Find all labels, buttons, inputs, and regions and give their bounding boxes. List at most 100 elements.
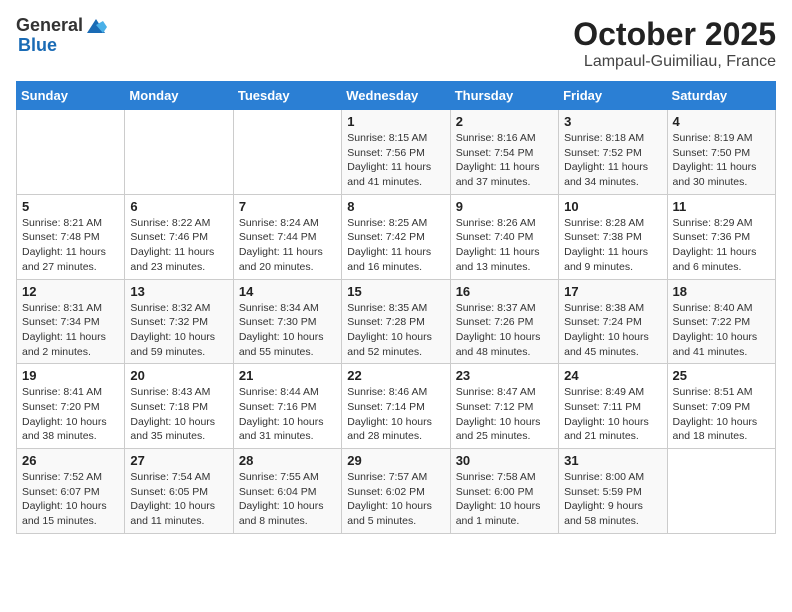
day-info: Sunrise: 8:38 AM Sunset: 7:24 PM Dayligh… [564,301,661,360]
calendar-table: SundayMondayTuesdayWednesdayThursdayFrid… [16,81,776,534]
day-number: 25 [673,368,770,383]
calendar-week-4: 19Sunrise: 8:41 AM Sunset: 7:20 PM Dayli… [17,364,776,449]
calendar-cell: 30 Sunrise: 7:58 AM Sunset: 6:00 PM Dayli… [450,449,558,534]
calendar-cell [667,449,775,534]
day-info: Sunrise: 8:24 AM Sunset: 7:44 PM Dayligh… [239,216,336,275]
calendar-title: October 2025 [573,16,776,53]
calendar-cell: 9 Sunrise: 8:26 AM Sunset: 7:40 PM Daylig… [450,194,558,279]
day-number: 23 [456,368,553,383]
calendar-cell: 6Sunrise: 8:22 AM Sunset: 7:46 PM Daylig… [125,194,233,279]
day-info: Sunrise: 8:35 AM Sunset: 7:28 PM Dayligh… [347,301,444,360]
calendar-cell: 26Sunrise: 7:52 AM Sunset: 6:07 PM Dayli… [17,449,125,534]
day-number: 15 [347,284,444,299]
weekday-header-sunday: Sunday [17,82,125,110]
calendar-cell: 1 Sunrise: 8:15 AM Sunset: 7:56 PM Daylig… [342,110,450,195]
day-number: 7 [239,199,336,214]
day-info: Sunrise: 8:15 AM Sunset: 7:56 PM Dayligh… [347,131,444,190]
day-info: Sunrise: 8:31 AM Sunset: 7:34 PM Dayligh… [22,301,119,360]
day-info: Sunrise: 8:21 AM Sunset: 7:48 PM Dayligh… [22,216,119,275]
calendar-cell: 17 Sunrise: 8:38 AM Sunset: 7:24 PM Dayli… [559,279,667,364]
day-info: Sunrise: 7:54 AM Sunset: 6:05 PM Dayligh… [130,470,227,529]
weekday-header-monday: Monday [125,82,233,110]
day-info: Sunrise: 8:29 AM Sunset: 7:36 PM Dayligh… [673,216,770,275]
calendar-cell: 5 Sunrise: 8:21 AM Sunset: 7:48 PM Daylig… [17,194,125,279]
day-info: Sunrise: 7:52 AM Sunset: 6:07 PM Dayligh… [22,470,119,529]
day-number: 11 [673,199,770,214]
day-number: 13 [130,284,227,299]
calendar-cell [17,110,125,195]
day-info: Sunrise: 8:44 AM Sunset: 7:16 PM Dayligh… [239,385,336,444]
day-info: Sunrise: 8:18 AM Sunset: 7:52 PM Dayligh… [564,131,661,190]
calendar-cell: 4 Sunrise: 8:19 AM Sunset: 7:50 PM Daylig… [667,110,775,195]
calendar-cell: 7 Sunrise: 8:24 AM Sunset: 7:44 PM Daylig… [233,194,341,279]
day-number: 29 [347,453,444,468]
day-info: Sunrise: 7:55 AM Sunset: 6:04 PM Dayligh… [239,470,336,529]
day-number: 4 [673,114,770,129]
day-number: 5 [22,199,119,214]
logo: General Blue [16,16,107,56]
day-number: 21 [239,368,336,383]
day-number: 17 [564,284,661,299]
calendar-week-5: 26Sunrise: 7:52 AM Sunset: 6:07 PM Dayli… [17,449,776,534]
calendar-cell: 21 Sunrise: 8:44 AM Sunset: 7:16 PM Dayli… [233,364,341,449]
weekday-header-thursday: Thursday [450,82,558,110]
weekday-header-row: SundayMondayTuesdayWednesdayThursdayFrid… [17,82,776,110]
title-block: October 2025 Lampaul-Guimiliau, France [573,16,776,71]
day-info: Sunrise: 8:40 AM Sunset: 7:22 PM Dayligh… [673,301,770,360]
day-number: 16 [456,284,553,299]
weekday-header-tuesday: Tuesday [233,82,341,110]
day-number: 2 [456,114,553,129]
logo-blue-text: Blue [18,36,107,56]
calendar-cell: 24 Sunrise: 8:49 AM Sunset: 7:11 PM Dayli… [559,364,667,449]
weekday-header-friday: Friday [559,82,667,110]
weekday-header-saturday: Saturday [667,82,775,110]
day-number: 27 [130,453,227,468]
calendar-cell: 14 Sunrise: 8:34 AM Sunset: 7:30 PM Dayli… [233,279,341,364]
day-info: Sunrise: 8:49 AM Sunset: 7:11 PM Dayligh… [564,385,661,444]
calendar-cell: 19Sunrise: 8:41 AM Sunset: 7:20 PM Dayli… [17,364,125,449]
day-info: Sunrise: 8:43 AM Sunset: 7:18 PM Dayligh… [130,385,227,444]
day-info: Sunrise: 8:46 AM Sunset: 7:14 PM Dayligh… [347,385,444,444]
calendar-cell: 28Sunrise: 7:55 AM Sunset: 6:04 PM Dayli… [233,449,341,534]
day-number: 12 [22,284,119,299]
logo-general-text: General [16,16,83,36]
calendar-cell: 13Sunrise: 8:32 AM Sunset: 7:32 PM Dayli… [125,279,233,364]
day-number: 14 [239,284,336,299]
day-number: 6 [130,199,227,214]
day-number: 10 [564,199,661,214]
calendar-cell [233,110,341,195]
day-info: Sunrise: 8:19 AM Sunset: 7:50 PM Dayligh… [673,131,770,190]
day-number: 24 [564,368,661,383]
day-number: 30 [456,453,553,468]
calendar-cell: 25 Sunrise: 8:51 AM Sunset: 7:09 PM Dayli… [667,364,775,449]
calendar-cell: 12 Sunrise: 8:31 AM Sunset: 7:34 PM Dayli… [17,279,125,364]
day-number: 8 [347,199,444,214]
calendar-cell: 8 Sunrise: 8:25 AM Sunset: 7:42 PM Daylig… [342,194,450,279]
day-info: Sunrise: 8:37 AM Sunset: 7:26 PM Dayligh… [456,301,553,360]
day-number: 3 [564,114,661,129]
calendar-cell: 27 Sunrise: 7:54 AM Sunset: 6:05 PM Dayli… [125,449,233,534]
calendar-cell: 22Sunrise: 8:46 AM Sunset: 7:14 PM Dayli… [342,364,450,449]
calendar-cell: 10 Sunrise: 8:28 AM Sunset: 7:38 PM Dayli… [559,194,667,279]
calendar-cell: 20Sunrise: 8:43 AM Sunset: 7:18 PM Dayli… [125,364,233,449]
day-info: Sunrise: 8:51 AM Sunset: 7:09 PM Dayligh… [673,385,770,444]
day-info: Sunrise: 8:25 AM Sunset: 7:42 PM Dayligh… [347,216,444,275]
day-info: Sunrise: 7:57 AM Sunset: 6:02 PM Dayligh… [347,470,444,529]
day-number: 19 [22,368,119,383]
day-info: Sunrise: 8:00 AM Sunset: 5:59 PM Dayligh… [564,470,661,529]
day-info: Sunrise: 8:26 AM Sunset: 7:40 PM Dayligh… [456,216,553,275]
calendar-cell: 18Sunrise: 8:40 AM Sunset: 7:22 PM Dayli… [667,279,775,364]
calendar-week-1: 1 Sunrise: 8:15 AM Sunset: 7:56 PM Daylig… [17,110,776,195]
day-info: Sunrise: 7:58 AM Sunset: 6:00 PM Dayligh… [456,470,553,529]
calendar-cell: 2Sunrise: 8:16 AM Sunset: 7:54 PM Daylig… [450,110,558,195]
day-info: Sunrise: 8:28 AM Sunset: 7:38 PM Dayligh… [564,216,661,275]
calendar-cell: 16 Sunrise: 8:37 AM Sunset: 7:26 PM Dayli… [450,279,558,364]
day-info: Sunrise: 8:47 AM Sunset: 7:12 PM Dayligh… [456,385,553,444]
page-header: General Blue October 2025 Lampaul-Guimil… [16,16,776,71]
calendar-week-3: 12 Sunrise: 8:31 AM Sunset: 7:34 PM Dayli… [17,279,776,364]
day-number: 1 [347,114,444,129]
day-number: 9 [456,199,553,214]
day-info: Sunrise: 8:34 AM Sunset: 7:30 PM Dayligh… [239,301,336,360]
calendar-cell: 3 Sunrise: 8:18 AM Sunset: 7:52 PM Daylig… [559,110,667,195]
calendar-week-2: 5 Sunrise: 8:21 AM Sunset: 7:48 PM Daylig… [17,194,776,279]
